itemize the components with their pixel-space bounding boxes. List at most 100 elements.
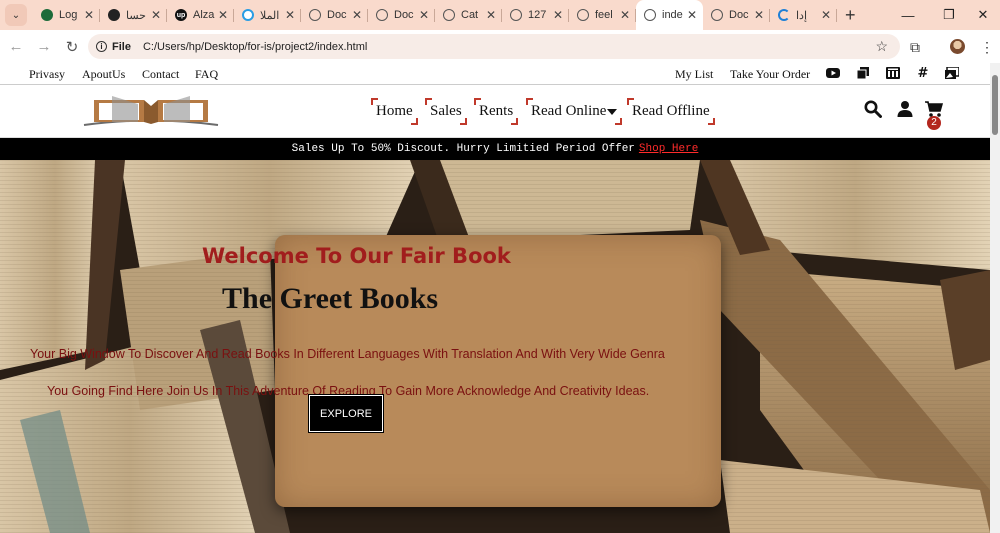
images-icon[interactable] bbox=[945, 67, 959, 79]
arrow-left-icon: ← bbox=[8, 38, 24, 55]
close-icon[interactable]: ✕ bbox=[754, 8, 764, 22]
menu-label: Rents bbox=[479, 103, 514, 119]
link-faq[interactable]: FAQ bbox=[195, 67, 218, 82]
close-icon[interactable]: ✕ bbox=[821, 8, 831, 22]
tab-title: Alza bbox=[193, 9, 215, 21]
close-icon[interactable]: ✕ bbox=[687, 8, 697, 22]
more-menu-icon[interactable]: ⋮ bbox=[980, 39, 994, 56]
globe-icon bbox=[577, 9, 589, 21]
browser-tab[interactable]: 127 ✕ bbox=[502, 0, 569, 30]
browser-tab[interactable]: Doc ✕ bbox=[301, 0, 368, 30]
browser-tab[interactable]: Cat ✕ bbox=[435, 0, 502, 30]
url-text[interactable]: C:/Users/hp/Desktop/for-is/project2/inde… bbox=[143, 41, 367, 53]
globe-icon bbox=[309, 9, 321, 21]
menu-label: Sales bbox=[430, 103, 462, 119]
browser-tab[interactable]: Log ✕ bbox=[33, 0, 100, 30]
tab-title: حسا bbox=[126, 9, 146, 22]
blue-ring-icon bbox=[242, 9, 254, 21]
browser-tab-active[interactable]: inde ✕ bbox=[636, 0, 703, 30]
reload-button[interactable]: ↻ bbox=[59, 34, 85, 60]
hero-card bbox=[275, 235, 721, 507]
tab-title: Doc bbox=[394, 9, 414, 21]
explore-button[interactable]: EXPLORE bbox=[308, 394, 384, 433]
globe-icon bbox=[443, 9, 455, 21]
hero-section: Welcome To Our Fair Book The Greet Books… bbox=[0, 160, 990, 533]
menu-read-online[interactable]: Read Online bbox=[525, 98, 623, 125]
browser-tab[interactable]: إدا ✕ bbox=[770, 0, 837, 30]
close-icon[interactable]: ✕ bbox=[620, 8, 630, 22]
forward-button[interactable]: → bbox=[31, 34, 57, 60]
close-window-button[interactable]: ✕ bbox=[960, 0, 1000, 30]
browser-tab[interactable]: feel ✕ bbox=[569, 0, 636, 30]
globe-icon bbox=[376, 9, 388, 21]
arrow-right-icon: → bbox=[36, 38, 52, 55]
new-tab-button[interactable]: + bbox=[845, 5, 856, 26]
promo-banner: Sales Up To 50% Discout. Hurry Limitied … bbox=[0, 138, 990, 160]
link-about[interactable]: ApoutUs bbox=[82, 67, 125, 82]
link-contact[interactable]: Contact bbox=[142, 67, 179, 82]
reload-icon: ↻ bbox=[65, 38, 79, 56]
menu-home[interactable]: Home bbox=[371, 98, 418, 125]
browser-tab[interactable]: up Alza ✕ bbox=[167, 0, 234, 30]
menu-label: Home bbox=[376, 103, 413, 119]
close-icon[interactable]: ✕ bbox=[419, 8, 429, 22]
tab-title: inde bbox=[662, 9, 683, 21]
globe-icon bbox=[644, 9, 656, 21]
close-icon[interactable]: ✕ bbox=[151, 8, 161, 22]
menu-label: Read Online bbox=[531, 103, 607, 119]
tab-title: Doc bbox=[729, 9, 749, 21]
file-chip: File bbox=[112, 40, 131, 53]
menu-label: Read Offline bbox=[632, 103, 710, 119]
tab-title: Doc bbox=[327, 9, 347, 21]
close-icon[interactable]: ✕ bbox=[285, 8, 295, 22]
browser-tab[interactable]: Doc ✕ bbox=[368, 0, 435, 30]
swirl-icon bbox=[778, 9, 790, 21]
dark-swirl-icon bbox=[108, 9, 120, 21]
link-my-list[interactable]: My List bbox=[675, 67, 713, 82]
user-icon[interactable] bbox=[896, 100, 914, 118]
minimize-button[interactable]: — bbox=[885, 0, 931, 30]
browser-tab[interactable]: الملا ✕ bbox=[234, 0, 301, 30]
page-scrollbar[interactable] bbox=[990, 63, 1000, 533]
book-logo[interactable] bbox=[82, 92, 220, 128]
shop-here-link[interactable]: Shop Here bbox=[639, 143, 698, 155]
close-icon[interactable]: ✕ bbox=[352, 8, 362, 22]
web-page: Privasy ApoutUs Contact FAQ My List Take… bbox=[0, 63, 990, 533]
menu-read-offline[interactable]: Read Offline bbox=[627, 98, 715, 125]
menu-sales[interactable]: Sales bbox=[425, 98, 467, 125]
tab-title: Log bbox=[59, 9, 78, 21]
youtube-icon[interactable] bbox=[826, 67, 840, 79]
close-icon[interactable]: ✕ bbox=[218, 8, 228, 22]
info-icon[interactable]: i bbox=[96, 41, 107, 52]
link-privacy[interactable]: Privasy bbox=[29, 67, 65, 82]
close-icon[interactable]: ✕ bbox=[84, 8, 94, 22]
browser-tab[interactable]: Doc ✕ bbox=[703, 0, 770, 30]
globe-icon bbox=[711, 9, 723, 21]
globe-icon bbox=[510, 9, 522, 21]
browser-tab-strip: ⌄ Log ✕ حسا ✕ up Alza ✕ الملا ✕ Doc ✕ Doc ✕ Cat… bbox=[0, 0, 1000, 30]
bookmark-star-icon[interactable]: ☆ bbox=[875, 38, 888, 55]
link-take-order[interactable]: Take Your Order bbox=[730, 67, 810, 82]
close-icon[interactable]: ✕ bbox=[486, 8, 496, 22]
chevron-down-icon: ⌄ bbox=[11, 9, 21, 21]
hero-welcome: Welcome To Our Fair Book bbox=[202, 244, 511, 268]
close-icon[interactable]: ✕ bbox=[553, 8, 563, 22]
hero-title: The Greet Books bbox=[222, 282, 439, 315]
address-bar[interactable]: i File C:/Users/hp/Desktop/for-is/projec… bbox=[88, 34, 900, 59]
scrollbar-thumb[interactable] bbox=[992, 75, 998, 135]
tab-title: 127 bbox=[528, 9, 547, 21]
tab-title: feel bbox=[595, 9, 613, 21]
cart-count-badge: 2 bbox=[927, 116, 941, 130]
back-button[interactable]: ← bbox=[3, 34, 29, 60]
profile-avatar[interactable] bbox=[950, 39, 965, 54]
copy-icon[interactable] bbox=[856, 67, 870, 79]
tab-search-button[interactable]: ⌄ bbox=[5, 4, 27, 26]
extensions-icon[interactable]: ⧉ bbox=[910, 39, 920, 56]
green-circle-icon bbox=[41, 9, 53, 21]
hero-tagline-1: Your Big Window To Discover And Read Boo… bbox=[30, 347, 665, 361]
browser-tab[interactable]: حسا ✕ bbox=[100, 0, 167, 30]
search-icon[interactable] bbox=[864, 100, 882, 118]
bank-icon[interactable] bbox=[886, 67, 900, 79]
hashtag-icon[interactable]: # bbox=[916, 66, 930, 81]
menu-rents[interactable]: Rents bbox=[473, 98, 519, 125]
